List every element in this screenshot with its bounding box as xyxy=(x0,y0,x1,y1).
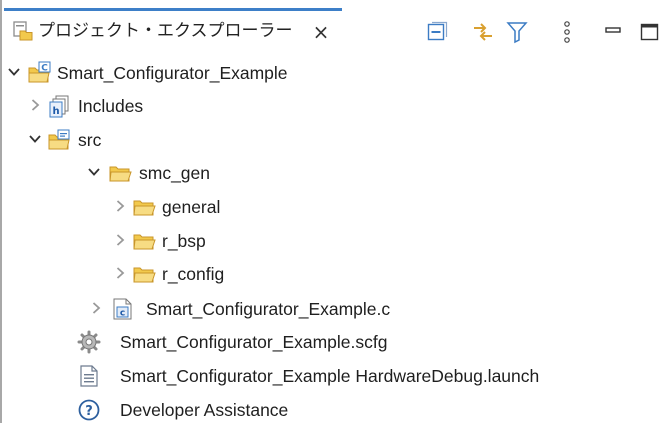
tree-item-label: Smart_Configurator_Example.scfg xyxy=(120,332,388,352)
view-menu-icon[interactable] xyxy=(555,20,579,44)
expand-toggle[interactable] xyxy=(86,164,102,180)
c-project-icon: C xyxy=(27,61,51,85)
minimize-icon[interactable] xyxy=(602,20,626,44)
tree-item-smc-gen[interactable]: smc_gen xyxy=(2,156,668,190)
help-icon: ? xyxy=(77,398,101,422)
tree-item-launch[interactable]: Smart_Configurator_Example HardwareDebug… xyxy=(2,359,668,393)
gear-file-icon xyxy=(77,330,101,354)
tree-item-label: Smart_Configurator_Example HardwareDebug… xyxy=(120,366,540,386)
tree-item-general[interactable]: general xyxy=(2,190,668,224)
folder-icon xyxy=(132,195,156,219)
tree-item-label: r_bsp xyxy=(162,231,206,251)
tree-item-label: src xyxy=(78,130,102,150)
expand-toggle[interactable] xyxy=(112,198,128,214)
tree-item-label: Includes xyxy=(78,96,144,116)
view-title: プロジェクト・エクスプローラー xyxy=(38,21,293,41)
link-with-editor-icon[interactable] xyxy=(471,20,495,44)
expand-toggle[interactable] xyxy=(27,131,43,147)
expand-toggle[interactable] xyxy=(112,232,128,248)
tree-item-developer-assistance[interactable]: ? Developer Assistance xyxy=(2,393,668,427)
expand-toggle[interactable] xyxy=(27,97,43,113)
tree-item-label: general xyxy=(162,197,221,217)
tree-item-label: smc_gen xyxy=(139,163,211,183)
folder-icon xyxy=(108,161,132,185)
tree-item-c-file[interactable]: c Smart_Configurator_Example.c xyxy=(2,292,668,326)
includes-icon: h xyxy=(47,94,71,118)
expand-toggle[interactable] xyxy=(88,300,104,316)
project-explorer-icon xyxy=(12,20,34,42)
launch-file-icon xyxy=(77,364,101,388)
tree-item-r-bsp[interactable]: r_bsp xyxy=(2,224,668,258)
tree-item-project[interactable]: C Smart_Configurator_Example xyxy=(2,56,668,90)
tree-item-src[interactable]: src xyxy=(2,123,668,157)
expand-toggle[interactable] xyxy=(112,265,128,281)
tab-project-explorer[interactable]: プロジェクト・エクスプローラー × xyxy=(4,8,342,44)
tree-item-label: Smart_Configurator_Example xyxy=(57,63,288,83)
svg-text:h: h xyxy=(52,106,59,117)
svg-text:C: C xyxy=(41,64,48,74)
tree-item-scfg[interactable]: Smart_Configurator_Example.scfg xyxy=(2,325,668,359)
svg-text:c: c xyxy=(120,309,125,319)
tree-item-label: r_config xyxy=(162,264,225,284)
active-tab-indicator xyxy=(4,8,342,11)
tree-item-includes[interactable]: h Includes xyxy=(2,89,668,123)
svg-text:?: ? xyxy=(85,404,93,419)
c-file-icon: c xyxy=(110,297,134,321)
maximize-icon[interactable] xyxy=(638,20,662,44)
tree-item-label: Developer Assistance xyxy=(120,400,289,420)
tree-item-r-config[interactable]: r_config xyxy=(2,257,668,291)
folder-icon xyxy=(132,229,156,253)
source-folder-icon xyxy=(47,128,71,152)
folder-icon xyxy=(132,262,156,286)
filter-icon[interactable] xyxy=(505,20,529,44)
close-icon[interactable]: × xyxy=(310,21,332,43)
collapse-all-icon[interactable] xyxy=(425,20,449,44)
expand-toggle[interactable] xyxy=(6,64,22,80)
view-tab-bar: プロジェクト・エクスプローラー × xyxy=(2,0,668,48)
tree-item-label: Smart_Configurator_Example.c xyxy=(146,299,391,319)
project-explorer-view: プロジェクト・エクスプローラー × C Smart_Configurator_E… xyxy=(0,0,668,423)
